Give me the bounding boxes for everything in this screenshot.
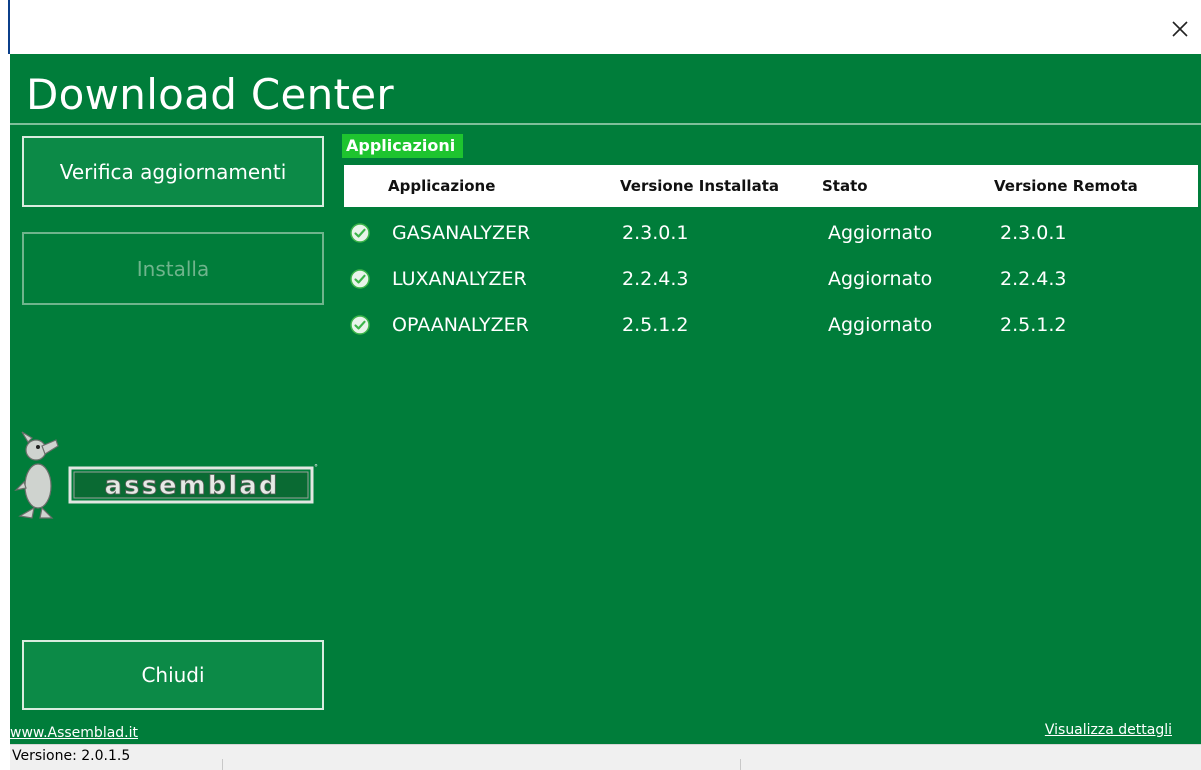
- app-title: Download Center: [26, 70, 394, 119]
- application-name: GASANALYZER: [392, 222, 531, 244]
- version-label: Versione: 2.0.1.5: [12, 748, 131, 764]
- check-circle-icon: [350, 223, 370, 243]
- status-text: Aggiornato: [828, 268, 933, 290]
- column-header-application[interactable]: Applicazione: [388, 165, 495, 207]
- view-details-link[interactable]: Visualizza dettagli: [1045, 722, 1172, 738]
- status-separator: [740, 759, 741, 770]
- column-header-remote-version[interactable]: Versione Remota: [994, 165, 1138, 207]
- check-circle-icon: [350, 269, 370, 289]
- applications-table: Applicazione Versione Installata Stato V…: [344, 165, 1198, 348]
- status-separator: [222, 759, 223, 770]
- window-titlebar: [0, 0, 1201, 54]
- close-button[interactable]: Chiudi: [22, 640, 324, 710]
- table-body: GASANALYZER 2.3.0.1 Aggiornato 2.3.0.1 L…: [344, 210, 1198, 348]
- remote-version: 2.3.0.1: [1000, 222, 1067, 244]
- status-bar: Versione: 2.0.1.5: [10, 744, 1201, 770]
- website-link[interactable]: www.Assemblad.it: [10, 725, 138, 741]
- status-text: Aggiornato: [828, 222, 933, 244]
- remote-version: 2.5.1.2: [1000, 314, 1067, 336]
- verify-updates-button[interactable]: Verifica aggiornamenti: [22, 136, 324, 207]
- assemblad-logo: assemblad °: [14, 431, 318, 519]
- remote-version: 2.2.4.3: [1000, 268, 1067, 290]
- main-panel: Download Center Verifica aggiornamenti I…: [10, 54, 1201, 744]
- window-edge: [8, 0, 10, 54]
- table-row[interactable]: OPAANALYZER 2.5.1.2 Aggiornato 2.5.1.2: [344, 302, 1198, 348]
- column-header-status[interactable]: Stato: [822, 165, 868, 207]
- application-name: OPAANALYZER: [392, 314, 529, 336]
- installed-version: 2.5.1.2: [622, 314, 689, 336]
- status-text: Aggiornato: [828, 314, 933, 336]
- table-header: Applicazione Versione Installata Stato V…: [344, 165, 1198, 207]
- svg-text:°: °: [314, 463, 318, 472]
- column-header-installed-version[interactable]: Versione Installata: [620, 165, 779, 207]
- installed-version: 2.3.0.1: [622, 222, 689, 244]
- logo-wordmark: assemblad: [105, 471, 280, 501]
- application-name: LUXANALYZER: [392, 268, 527, 290]
- installed-version: 2.2.4.3: [622, 268, 689, 290]
- close-icon[interactable]: [1167, 16, 1193, 42]
- table-row[interactable]: GASANALYZER 2.3.0.1 Aggiornato 2.3.0.1: [344, 210, 1198, 256]
- check-circle-icon: [350, 315, 370, 335]
- table-row[interactable]: LUXANALYZER 2.2.4.3 Aggiornato 2.2.4.3: [344, 256, 1198, 302]
- install-button[interactable]: Installa: [22, 232, 324, 305]
- section-label: Applicazioni: [342, 134, 464, 158]
- title-divider: [10, 123, 1201, 125]
